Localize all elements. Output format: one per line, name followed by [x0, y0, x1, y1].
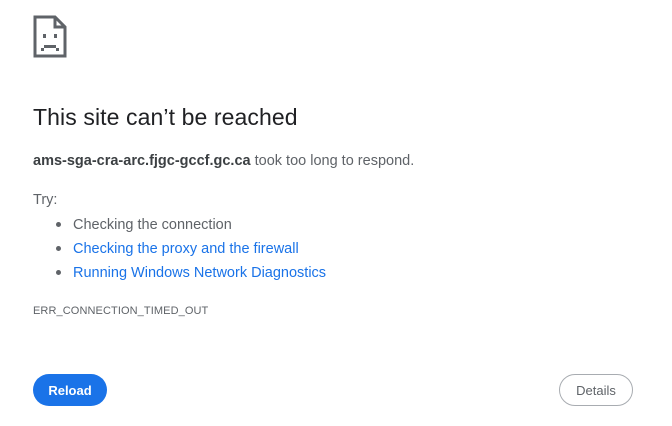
suggestion-check-connection: Checking the connection: [73, 217, 232, 233]
suggestion-check-proxy-link[interactable]: Checking the proxy and the firewall: [73, 241, 299, 257]
host-name: ams-sga-cra-arc.fjgc-gccf.gc.ca: [33, 153, 251, 169]
reload-button[interactable]: Reload: [33, 374, 107, 406]
page-title: This site can’t be reached: [33, 104, 298, 130]
error-page: This site can’t be reached ams-sga-cra-a…: [0, 0, 672, 426]
suggestion-network-diagnostics-link[interactable]: Running Windows Network Diagnostics: [73, 265, 326, 281]
try-label: Try:: [33, 192, 58, 208]
list-item: Checking the connection: [33, 215, 326, 239]
bullet-icon: [56, 246, 61, 251]
sad-document-icon: [33, 15, 67, 58]
list-item: Running Windows Network Diagnostics: [33, 263, 326, 287]
list-item: Checking the proxy and the firewall: [33, 239, 326, 263]
suggestion-list: Checking the connection Checking the pro…: [33, 215, 326, 287]
error-summary: ams-sga-cra-arc.fjgc-gccf.gc.ca took too…: [33, 153, 414, 169]
bullet-icon: [56, 222, 61, 227]
details-button[interactable]: Details: [559, 374, 633, 406]
bullet-icon: [56, 270, 61, 275]
error-code: ERR_CONNECTION_TIMED_OUT: [33, 305, 209, 317]
error-message: took too long to respond.: [250, 153, 415, 169]
